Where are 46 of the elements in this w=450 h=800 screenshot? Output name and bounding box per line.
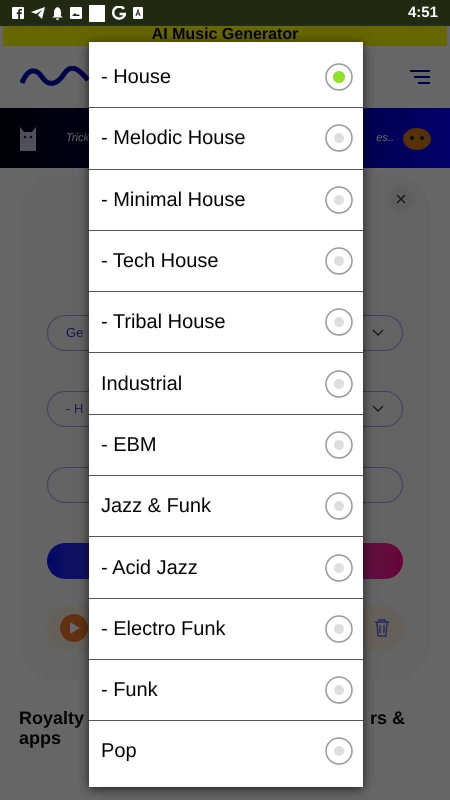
send-icon xyxy=(31,7,45,19)
section-heading: rs & xyxy=(370,708,405,728)
genre-option[interactable]: Pop xyxy=(89,720,363,782)
menu-icon[interactable] xyxy=(410,70,430,84)
genre-option[interactable]: - Funk xyxy=(89,658,363,720)
g-icon xyxy=(112,6,126,20)
clock-time: 4:51 xyxy=(408,2,438,23)
app-title: AI Music Generator xyxy=(152,26,298,45)
genre-option[interactable]: - EBM xyxy=(89,414,363,476)
a-box-icon xyxy=(133,7,143,19)
bell-icon xyxy=(52,6,63,20)
genre-option[interactable]: - Minimal House xyxy=(89,168,363,230)
cat-icon xyxy=(18,125,38,151)
radio-button[interactable] xyxy=(325,676,353,704)
radio-button[interactable] xyxy=(325,554,353,582)
radio-button[interactable] xyxy=(325,247,353,276)
banner-text: es.. xyxy=(376,130,394,146)
radio-button[interactable] xyxy=(325,62,353,91)
radio-button[interactable] xyxy=(325,614,353,643)
radio-button[interactable] xyxy=(325,430,353,459)
pumpkin-icon xyxy=(402,126,432,150)
genre-option[interactable]: - Tech House xyxy=(89,230,363,292)
facebook-icon xyxy=(12,7,24,19)
radio-button[interactable] xyxy=(325,124,353,152)
genre-option[interactable]: - House xyxy=(89,46,363,108)
genre-option[interactable]: - Electro Funk xyxy=(89,598,363,659)
genre-option[interactable]: - Acid Jazz xyxy=(89,536,363,598)
trash-icon[interactable] xyxy=(374,619,390,637)
radio-button[interactable] xyxy=(325,370,353,398)
chevron-down-icon xyxy=(372,329,384,337)
section-heading: Royalty xyxy=(19,708,84,728)
radio-button[interactable] xyxy=(325,737,353,766)
play-icon[interactable] xyxy=(60,614,88,642)
section-heading: apps xyxy=(19,728,62,748)
genre-option[interactable]: - Melodic House xyxy=(89,107,363,169)
radio-button[interactable] xyxy=(325,308,353,336)
wave-logo-icon xyxy=(20,66,90,88)
chevron-down-icon xyxy=(372,405,384,413)
genre-option[interactable]: - Tribal House xyxy=(89,291,363,352)
radio-button[interactable] xyxy=(325,492,353,520)
blank-icon xyxy=(89,4,105,22)
radio-button[interactable] xyxy=(325,186,353,214)
image-icon xyxy=(70,7,82,19)
genre-option[interactable]: Jazz & Funk xyxy=(89,475,363,536)
genre-option[interactable]: Industrial xyxy=(89,352,363,414)
banner-text: Trick xyxy=(66,130,90,146)
